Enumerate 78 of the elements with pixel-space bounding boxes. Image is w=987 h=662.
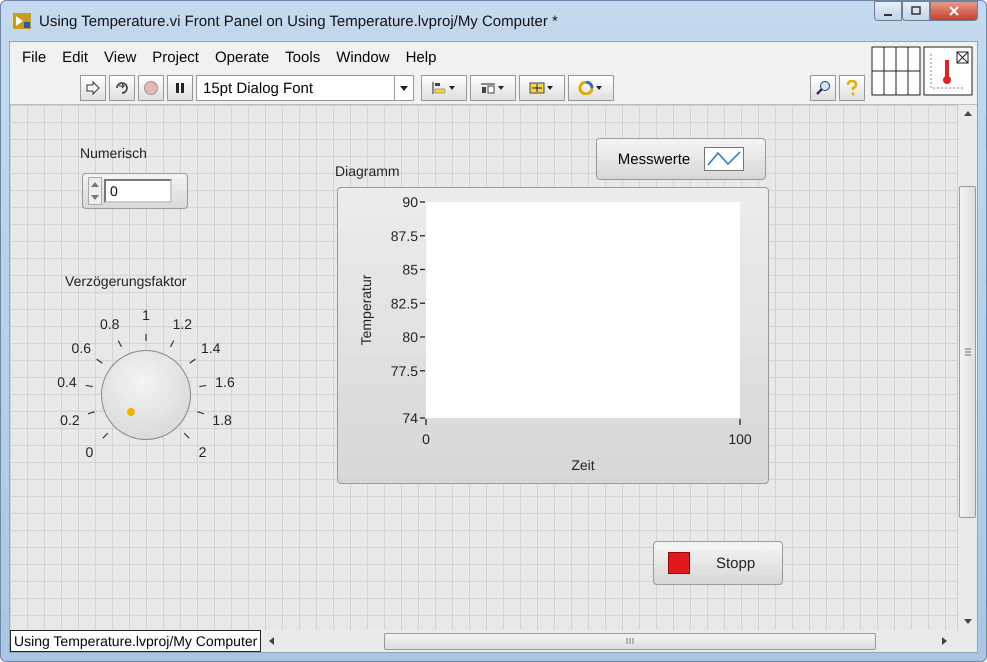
thermometer-icon[interactable] <box>923 46 973 96</box>
line-plot-icon <box>704 147 744 171</box>
y-axis-tick <box>420 268 425 270</box>
distribute-objects-icon[interactable] <box>470 75 516 101</box>
chart-label: Diagramm <box>335 163 400 179</box>
y-axis-title: Temperatur <box>358 274 374 346</box>
scroll-thumb[interactable] <box>384 632 876 650</box>
resize-objects-icon[interactable] <box>519 75 565 101</box>
menu-item[interactable]: Window <box>328 48 398 66</box>
plot-legend[interactable]: Messwerte <box>596 138 766 180</box>
knob-scale-label: 1.2 <box>172 316 192 332</box>
app-icon <box>13 13 31 29</box>
y-axis-tick-label: 85 <box>402 262 418 278</box>
x-axis-tick-label: 0 <box>422 431 430 447</box>
menu-item[interactable]: Help <box>398 48 444 66</box>
menu-item[interactable]: View <box>96 48 144 66</box>
menu-item[interactable]: Edit <box>54 48 96 66</box>
connector-pane-icon[interactable] <box>871 46 921 96</box>
stop-button[interactable]: Stopp <box>653 541 783 585</box>
knob-scale-label: 0.8 <box>100 316 120 332</box>
knob-scale-label: 0.2 <box>60 412 80 428</box>
scroll-up-icon[interactable] <box>964 111 972 116</box>
y-axis-tick-label: 80 <box>402 329 418 345</box>
menu-item[interactable]: Tools <box>277 48 328 66</box>
knob-scale-label: 0.4 <box>57 374 77 390</box>
minimize-icon <box>884 14 892 16</box>
x-axis-tick <box>739 419 741 425</box>
maximize-icon <box>911 6 921 16</box>
knob-scale-label: 1 <box>142 307 150 323</box>
y-axis-tick-label: 90 <box>402 194 418 210</box>
menu-item[interactable]: File <box>14 48 54 66</box>
numeric-label: Numerisch <box>80 145 147 161</box>
knob-scale-label: 2 <box>198 444 206 460</box>
maximize-button[interactable] <box>902 1 930 21</box>
run-continuously-icon[interactable] <box>109 75 135 101</box>
y-axis-tick-label: 82.5 <box>390 295 418 312</box>
y-axis-tick <box>420 370 425 372</box>
scroll-right-icon[interactable] <box>942 637 947 645</box>
scroll-down-icon[interactable] <box>964 619 972 624</box>
close-button[interactable] <box>930 1 978 21</box>
y-axis-tick <box>420 336 425 338</box>
scroll-left-icon[interactable] <box>269 637 274 645</box>
knob-scale-label: 0 <box>86 444 94 460</box>
minimize-button[interactable] <box>874 1 902 21</box>
knob-label: Verzögerungsfaktor <box>65 273 186 289</box>
x-axis-tick-label: 100 <box>728 431 752 447</box>
knob-scale-label: 1.8 <box>212 412 232 428</box>
y-axis-tick-label: 87.5 <box>390 228 418 244</box>
legend-label: Messwerte <box>618 150 690 168</box>
dropdown-arrow-icon <box>400 86 408 90</box>
project-path: Using Temperature.lvproj/My Computer <box>10 630 262 652</box>
scroll-thumb[interactable] <box>959 186 976 518</box>
knob-scale-label: 1.6 <box>215 374 235 390</box>
align-objects-icon[interactable] <box>421 75 467 101</box>
knob-pointer <box>127 408 136 416</box>
font-dropdown[interactable]: 15pt Dialog Font <box>196 75 414 101</box>
window-title: Using Temperature.vi Front Panel on Using Temperature.lvproj/My Computer * <box>39 12 558 30</box>
numeric-control[interactable]: 0 <box>82 173 188 209</box>
horizontal-scrollbar[interactable] <box>261 630 977 652</box>
menu-item[interactable]: Project <box>144 48 207 66</box>
y-axis-tick-label: 74 <box>402 410 418 426</box>
close-icon <box>948 5 960 17</box>
y-axis-tick <box>420 235 425 236</box>
y-axis-tick <box>420 302 425 304</box>
stop-icon <box>668 552 690 574</box>
y-axis-tick <box>420 417 425 419</box>
x-axis-tick <box>425 419 427 425</box>
vertical-scrollbar[interactable] <box>957 105 977 630</box>
y-axis-tick <box>420 201 425 203</box>
knob-scale-label: 1.4 <box>200 340 220 356</box>
y-axis-tick-label: 77.5 <box>390 362 418 379</box>
x-axis-title: Zeit <box>571 457 595 473</box>
search-icon[interactable] <box>810 75 836 101</box>
spinner-icon[interactable] <box>88 177 102 205</box>
menu-item[interactable]: Operate <box>206 48 278 66</box>
pause-icon[interactable] <box>167 75 193 101</box>
knob-scale-label: 0.6 <box>72 340 91 356</box>
reorder-icon[interactable] <box>568 75 614 101</box>
